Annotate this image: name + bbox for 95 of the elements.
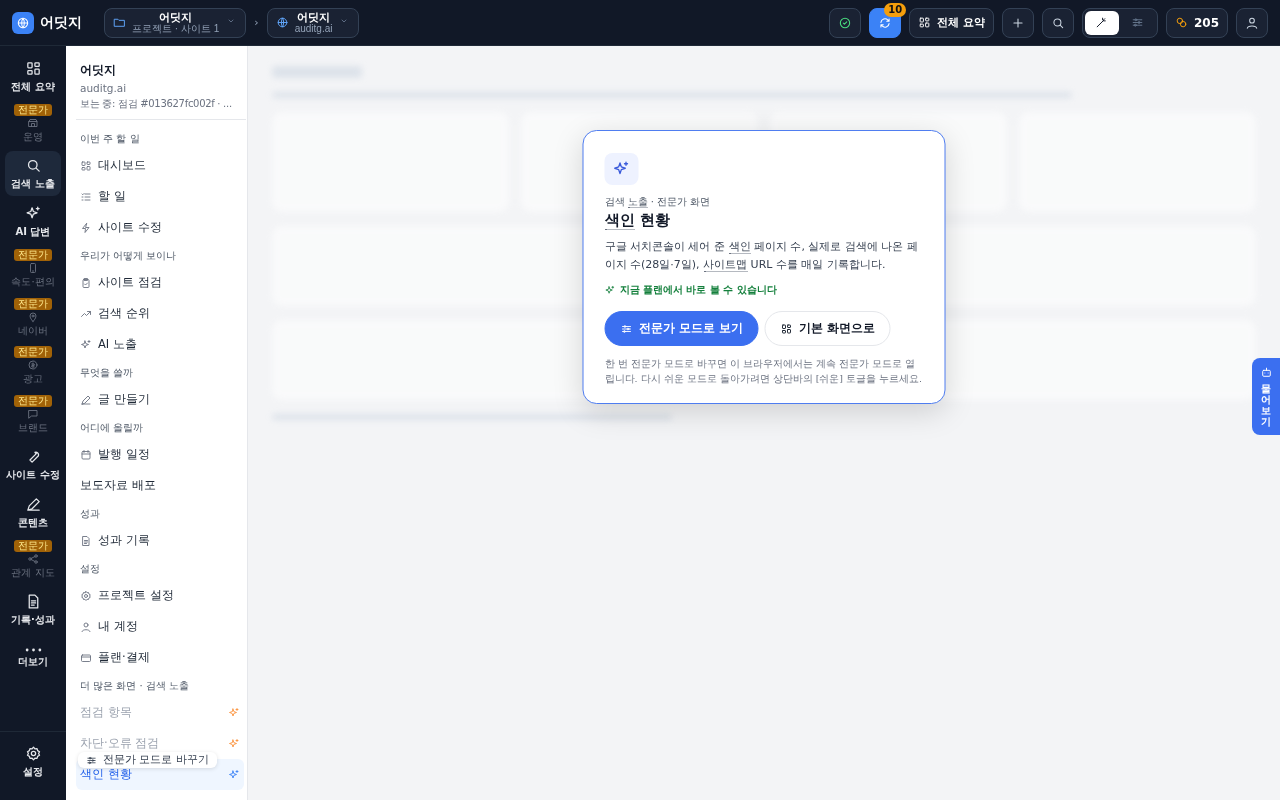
ask-button[interactable]: 물어보기 [1252,358,1280,435]
sliders-icon [620,322,633,335]
folder-icon [113,16,126,29]
section-title: 이번 주 할 일 [80,132,141,146]
pin-icon [27,310,39,323]
sidebar-item[interactable]: 플랜·결제 [76,642,244,673]
sidebar-item[interactable]: 할 일 [76,181,244,212]
tooltip: 전문가 모드로 바꾸기 [78,752,217,768]
project-domain: auditg.ai [80,82,128,94]
sidebar-item[interactable]: 검색 순위 [76,298,244,329]
chat-icon [27,407,39,420]
summary-button[interactable]: 전체 요약 [909,7,994,38]
app-logo: 어딧지 [40,13,82,32]
expert-badge: 전문가 [14,540,52,552]
section-title: 어디에 올릴까 [80,421,145,435]
rail-item[interactable]: AI 답변 [5,199,61,245]
nodes-icon [27,553,39,565]
grid-icon [918,16,932,29]
rail-item[interactable]: 검색 노출 [5,151,61,196]
expert-badge: 전문가 [14,297,52,310]
sidebar-item[interactable]: 발행 일정 [76,439,244,470]
project-name: 어딧지 [80,62,117,79]
checklist-icon [80,190,92,203]
site-selector[interactable]: 어딧지 auditg.ai [266,7,360,38]
expert-badge: 전문가 [14,103,52,116]
clipboard-icon [80,276,92,289]
sidebar-item[interactable]: 성과 기록 [76,525,244,556]
rail-item[interactable]: 기록·성과 [5,587,61,633]
status-button[interactable] [829,7,862,38]
availability-note: 지금 플랜에서 바로 볼 수 있습니다 [619,283,777,298]
sidebar-item[interactable]: 보도자료 배포 [76,470,244,501]
account-button[interactable] [1236,7,1268,38]
dialog-footnote: 한 번 전문가 모드로 바꾸면 이 브라우저에서는 계속 전문가 모드로 열립니다. 다시 쉬운 모드로 돌아가려면 상단바의 [쉬운] 토글을 누르세요. [604,357,924,387]
settings-icon [24,745,42,762]
viewing-label: 보는 중: 점검 #013627fc002f · ... [80,97,232,111]
settings-icon [80,589,92,602]
plus-icon [1010,15,1025,30]
robot-icon [1259,366,1273,379]
expert-badge: 전문가 [14,394,52,407]
dialog-category: 검색 노출 · 전문가 화면 [604,195,712,209]
pen-icon [24,496,42,513]
calendar-icon [80,448,92,461]
section-title: 더 많은 화면 · 검색 노출 [80,679,191,693]
sidebar-item[interactable]: 사이트 수정 [76,212,244,243]
breadcrumb-separator: › [254,16,259,29]
rail-item[interactable]: 더보기 [5,636,61,681]
sparkle-icon [604,284,616,296]
coins-icon [1174,16,1188,29]
grid-icon [80,159,92,172]
sparkle-icon [80,338,92,351]
project-selector[interactable]: 어딧지 프로젝트 · 사이트 1 [104,7,247,38]
coin-icon [27,359,39,371]
phone-icon [27,262,39,274]
section-title: 우리가 어떻게 보이나 [80,249,178,263]
add-button[interactable] [1001,7,1034,38]
sidebar-item[interactable]: 내 계정 [76,611,244,642]
pen-icon [80,393,92,406]
sidebar-item[interactable]: 대시보드 [76,150,244,181]
sidebar-item[interactable]: 글 만들기 [76,384,244,415]
notification-badge: 10 [884,2,907,17]
document-icon [80,534,92,547]
section-title: 무엇을 쓸까 [80,366,135,380]
search-icon [1050,15,1065,30]
card-icon [80,651,92,664]
dialog-description: 구글 서치콘솔이 세어 준 색인 페이지 수, 실제로 검색에 나온 페이지 수(28일·7일), 사이트맵 URL 수를 매일 기록합니다. [604,239,919,274]
rail-item[interactable]: 설정 [5,739,61,785]
grid-icon [24,59,42,77]
wand-icon [1095,16,1109,29]
rail-item[interactable]: 사이트 수정 [5,442,61,487]
credits-button[interactable]: 205 [1165,7,1228,38]
expert-mode-button[interactable]: 전문가 모드로 보기 [604,311,759,347]
user-icon [80,620,92,633]
sidebar-item[interactable]: 프로젝트 설정 [76,580,244,611]
basic-view-button[interactable]: 기본 화면으로 [764,311,891,347]
mode-option[interactable] [1084,10,1119,35]
bolt-icon [80,221,92,234]
search-button[interactable] [1041,7,1074,38]
store-icon [27,116,39,129]
sidebar-item[interactable]: 사이트 점검 [76,267,244,298]
sync-icon [878,15,893,30]
user-icon [1245,15,1259,30]
globe-icon [275,16,289,29]
check-circle-icon [838,15,853,30]
expert-badge: 전문가 [14,346,52,358]
section-title: 설정 [80,562,101,576]
more-icon [24,648,42,652]
sidebar-item[interactable]: AI 노출 [76,329,244,360]
rail-item[interactable]: 전체 요약 [5,54,61,99]
dialog-title: 색인 현황 [604,211,671,230]
rail-item[interactable]: 콘텐츠 [5,490,61,536]
section-title: 성과 [80,507,101,521]
grid-icon [780,322,793,335]
sliders-icon [86,754,97,766]
sliders-icon [1131,16,1145,29]
expert-badge: 전문가 [14,249,52,261]
